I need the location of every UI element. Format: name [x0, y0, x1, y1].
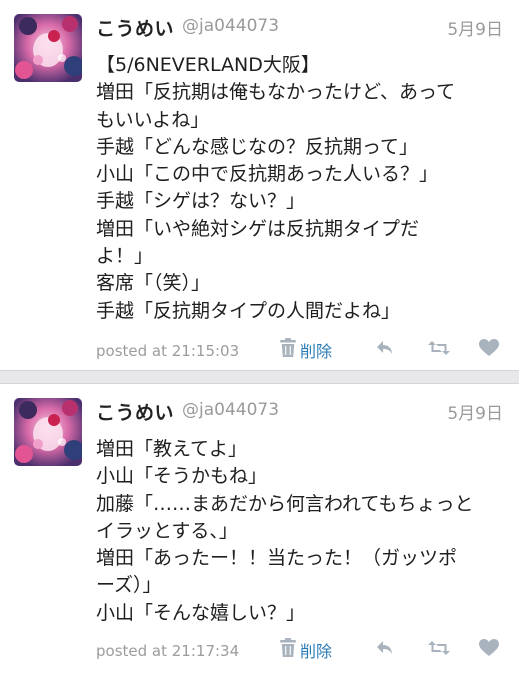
display-name[interactable]: こうめい: [96, 14, 174, 41]
timeline: こうめい @ja044073 5月9日 【5/6NEVERLAND大阪】 増田「…: [0, 0, 519, 680]
user-handle[interactable]: @ja044073: [182, 400, 279, 420]
reply-button[interactable]: [372, 639, 398, 661]
tweet-text-line: 手越「シゲは？ない？」: [96, 190, 306, 213]
heart-icon: [479, 639, 499, 661]
tweet-text-line: 増田「あったー！！当たった！（ガッツポ: [96, 547, 458, 570]
retweet-button[interactable]: [426, 639, 452, 661]
favorite-button[interactable]: [476, 339, 502, 361]
tweet-text-line: 手越「どんな感じなの？反抗期って」: [96, 135, 419, 158]
trash-icon: [280, 638, 296, 662]
tweet-text-line: 増田「教えてよ」: [96, 438, 248, 460]
tweet-text-line: 小山「この中で反抗期あった人いる？」: [96, 163, 439, 186]
tweet-text-line: 小山「そうかもね」: [96, 465, 268, 488]
tweet-text-line: もいいよね」: [96, 108, 210, 131]
tweet-footer: posted at 21:17:34 削除: [96, 636, 516, 666]
tweet-text-line: ーズ）」: [96, 574, 162, 597]
delete-label: 削除: [300, 342, 333, 361]
reply-icon: [376, 640, 394, 660]
user-handle[interactable]: @ja044073: [182, 16, 279, 36]
tweet-separator: [0, 370, 519, 384]
heart-icon: [479, 339, 499, 361]
reply-button[interactable]: [372, 339, 398, 361]
tweet-text-line: よ！」: [96, 245, 154, 268]
retweet-button[interactable]: [426, 339, 452, 361]
tweet-text: 【5/6NEVERLAND大阪】 増田「反抗期は俺もなかったけど、あって もいい…: [96, 52, 506, 325]
delete-label: 削除: [300, 642, 333, 661]
reply-icon: [376, 340, 394, 360]
tweet-text-line: 手越「反抗期タイプの人間だよね」: [96, 299, 401, 322]
tweet-text-line: 増田「反抗期は俺もなかったけど、あって: [96, 81, 456, 104]
avatar[interactable]: [14, 14, 82, 82]
retweet-icon: [428, 340, 450, 360]
retweet-icon: [428, 640, 450, 660]
avatar[interactable]: [14, 398, 82, 466]
tweet-text-line: 小山「そんな嬉しい？」: [96, 601, 306, 624]
posted-time: posted at 21:15:03: [96, 342, 240, 360]
tweet-date: 5月9日: [447, 20, 503, 40]
trash-icon: [280, 338, 296, 362]
posted-time: posted at 21:17:34: [96, 642, 240, 660]
tweet-text-line: 増田「いや絶対シゲは反抗期タイプだ: [96, 217, 420, 240]
tweet-text-line: イラッとする、」: [96, 519, 238, 542]
favorite-button[interactable]: [476, 639, 502, 661]
tweet-text-line: 加藤「……まあだから何言われてもちょっと: [96, 492, 474, 515]
delete-button[interactable]: 削除: [280, 638, 332, 662]
display-name[interactable]: こうめい: [96, 398, 174, 425]
delete-button[interactable]: 削除: [280, 338, 332, 362]
tweet-text: 増田「教えてよ」 小山「そうかもね」 加藤「……まあだから何言われてもちょっと …: [96, 436, 506, 627]
tweet: こうめい @ja044073 5月9日 【5/6NEVERLAND大阪】 増田「…: [0, 0, 519, 370]
tweet-date: 5月9日: [447, 404, 503, 424]
tweet-text-line: 客席「（笑）」: [96, 272, 211, 295]
tweet: こうめい @ja044073 5月9日 増田「教えてよ」 小山「そうかもね」 加…: [0, 384, 519, 680]
tweet-footer: posted at 21:15:03 削除: [96, 336, 516, 366]
tweet-text-line: 【5/6NEVERLAND大阪】: [96, 54, 320, 76]
